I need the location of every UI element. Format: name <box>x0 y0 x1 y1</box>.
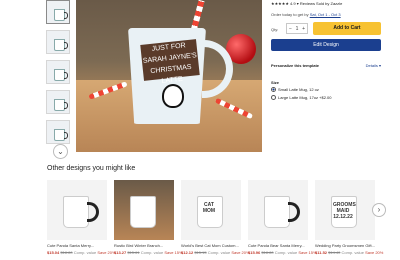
size-label: Size <box>271 80 280 85</box>
thumbnail[interactable] <box>46 30 70 54</box>
plus-icon[interactable]: + <box>302 26 305 32</box>
thumbnail[interactable] <box>46 0 70 24</box>
thumbnail[interactable] <box>46 90 70 114</box>
product-card[interactable]: CAT MOM World's Best Cat Mom Custom... $… <box>181 180 250 255</box>
thumbnail[interactable] <box>46 120 70 144</box>
product-card-image[interactable] <box>47 180 107 240</box>
size-option[interactable]: Large Latte Mug, 17oz +$2.00 <box>271 95 331 100</box>
quantity-value[interactable]: 1 <box>296 26 299 32</box>
product-card[interactable]: Rustic Bird Winter Branch... $13.27 $15.… <box>114 180 183 255</box>
product-card[interactable]: Cute Panda Santa Merry... $15.04 $18.80 … <box>47 180 116 255</box>
rating-line: ★★★★★ 4.9 ▾ Reviews Sold by Zazzle <box>271 1 343 6</box>
product-card-name[interactable]: Cute Panda Bear Santa Merry... <box>248 243 308 248</box>
edit-design-button[interactable]: Edit Design <box>271 39 381 51</box>
add-to-cart-button[interactable]: Add to Cart <box>313 22 381 35</box>
product-card-price: $15.04 $18.80 Comp. value Save 20% <box>47 250 116 255</box>
quantity-stepper[interactable]: − 1 + <box>286 23 308 34</box>
product-card-name[interactable]: Wedding Party Groomsmen Gift... <box>315 243 375 248</box>
product-card[interactable]: GROOMS MAID 12.12.22 Wedding Party Groom… <box>315 180 384 255</box>
product-card-name[interactable]: Cute Panda Santa Merry... <box>47 243 107 248</box>
thumbnail-list <box>46 0 72 150</box>
chevron-right-icon[interactable]: › <box>372 203 386 217</box>
product-card-image[interactable]: GROOMS MAID 12.12.22 <box>315 180 375 240</box>
product-card-image[interactable] <box>248 180 308 240</box>
size-option[interactable]: Small Latte Mug, 12 oz <box>271 87 319 92</box>
product-card-image[interactable] <box>114 180 174 240</box>
product-image: JUST FOR SARAH JAYNE'S CHRISTMAS LATTE <box>76 0 262 152</box>
product-card-name[interactable]: Rustic Bird Winter Branch... <box>114 243 174 248</box>
recommendations-title: Other designs you might like <box>47 165 136 172</box>
product-card-price: $11.52 $14.40 Comp. value Save 20% <box>315 250 384 255</box>
product-card-image[interactable]: CAT MOM <box>181 180 241 240</box>
chevron-down-icon[interactable]: ⌄ <box>53 144 68 159</box>
details-toggle[interactable]: Details ▾ <box>366 63 381 68</box>
product-card-price: $15.96 $18.80 Comp. value Save 15% <box>248 250 317 255</box>
shipping-date-link[interactable]: Sat, Oct 1 - Oct 3 <box>310 12 341 17</box>
minus-icon[interactable]: − <box>289 26 292 32</box>
mug-sign-text: JUST FOR SARAH JAYNE'S CHRISTMAS LATTE <box>140 39 200 85</box>
thumbnail[interactable] <box>46 60 70 84</box>
product-card-price: $12.12 $15.15 Comp. value Save 20% <box>181 250 250 255</box>
radio-selected-icon[interactable] <box>271 87 276 92</box>
quantity-label: Qty: <box>271 27 279 32</box>
product-card[interactable]: Cute Panda Bear Santa Merry... $15.96 $1… <box>248 180 317 255</box>
shipping-estimate: Order today to get by Sat, Oct 1 - Oct 3 <box>271 12 341 17</box>
product-card-name[interactable]: World's Best Cat Mom Custom... <box>181 243 241 248</box>
radio-icon[interactable] <box>271 95 276 100</box>
personalize-header: Personalize this template Details ▾ <box>271 63 381 68</box>
product-card-price: $13.27 $15.61 Comp. value Save 15% <box>114 250 183 255</box>
